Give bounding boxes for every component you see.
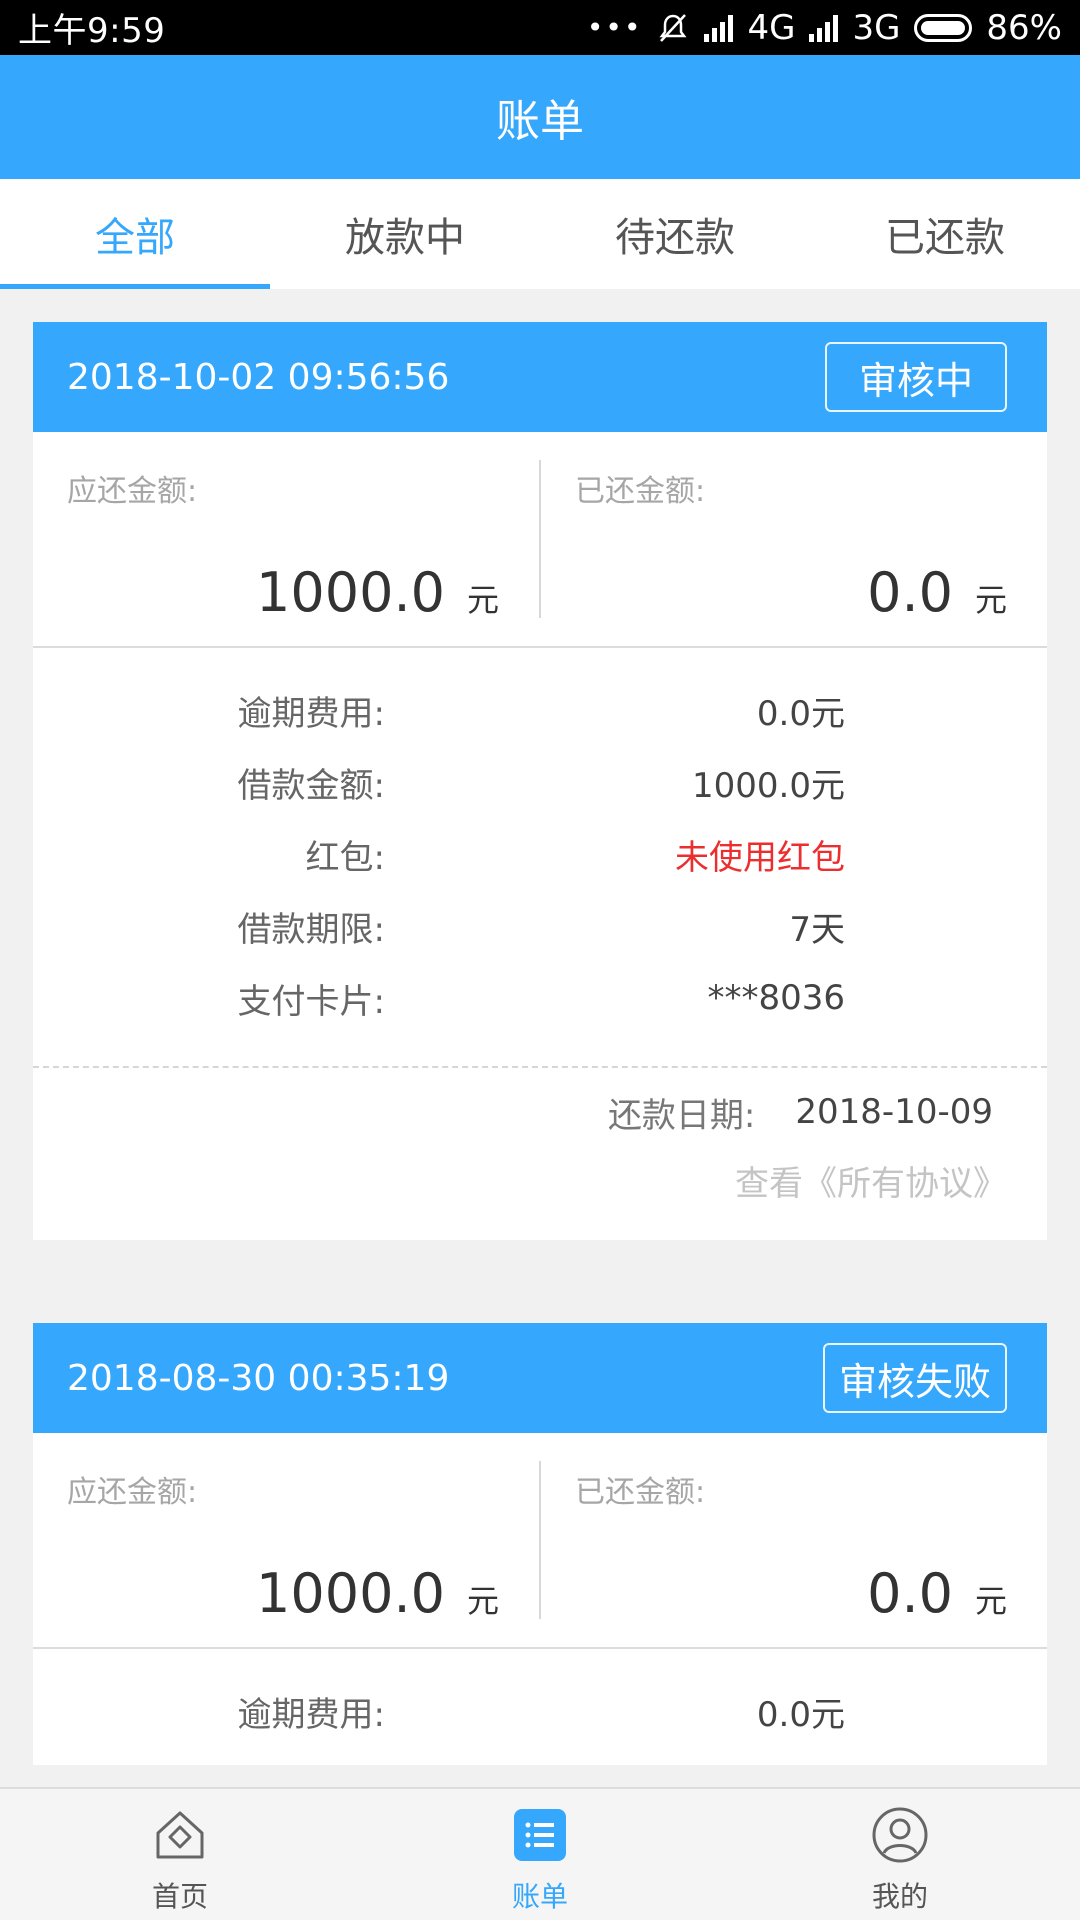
due-amount-value: 1000.0	[256, 1562, 445, 1625]
network-3g: 3G	[852, 7, 901, 48]
paid-amount-unit: 元	[974, 1582, 1007, 1620]
view-agreements-link[interactable]: 查看《所有协议》	[735, 1156, 1007, 1205]
nav-profile[interactable]: 我的	[720, 1789, 1080, 1920]
paid-amount-value: 0.0	[867, 561, 953, 624]
mute-bell-icon	[659, 13, 687, 42]
page-title: 账单	[496, 96, 584, 147]
due-amount-unit: 元	[466, 581, 499, 619]
status-badge[interactable]: 审核中	[825, 342, 1007, 412]
bill-card[interactable]: 2018-10-02 09:56:56 审核中 应还金额: 1000.0 元 已…	[33, 322, 1047, 1240]
tab-repaid[interactable]: 已还款	[810, 179, 1080, 289]
paid-amount-block: 已还金额: 0.0 元	[539, 460, 1047, 624]
bill-list-icon	[514, 1809, 566, 1861]
detail-row: 逾期费用: 0.0元	[33, 1675, 1047, 1747]
due-amount-label: 应还金额:	[67, 1475, 198, 1510]
bill-datetime: 2018-10-02 09:56:56	[67, 356, 450, 398]
due-amount-value: 1000.0	[256, 561, 445, 624]
signal-icon-2	[809, 14, 839, 42]
bill-datetime: 2018-08-30 00:35:19	[67, 1357, 450, 1399]
overdue-fee-value: 0.0元	[756, 693, 845, 734]
bill-details: 逾期费用: 0.0元	[33, 1649, 1047, 1765]
repay-date-value: 2018-10-09	[795, 1092, 993, 1132]
loan-amount-value: 1000.0元	[692, 765, 845, 806]
amount-summary: 应还金额: 1000.0 元 已还金额: 0.0 元	[33, 1433, 1047, 1649]
amount-summary: 应还金额: 1000.0 元 已还金额: 0.0 元	[33, 432, 1047, 648]
agreement-row: 查看《所有协议》	[33, 1156, 1047, 1240]
tab-bar: 全部 放款中 待还款 已还款	[0, 179, 1080, 289]
nav-home[interactable]: 首页	[0, 1789, 360, 1920]
detail-row: 借款金额: 1000.0元	[33, 746, 1047, 818]
payment-card-label: 支付卡片:	[237, 981, 385, 1022]
profile-icon	[872, 1807, 928, 1863]
due-amount-block: 应还金额: 1000.0 元	[33, 432, 539, 646]
paid-amount-unit: 元	[974, 581, 1007, 619]
home-icon	[156, 1811, 204, 1859]
bill-list[interactable]: 2018-10-02 09:56:56 审核中 应还金额: 1000.0 元 已…	[0, 289, 1080, 1787]
bill-card-header: 2018-08-30 00:35:19 审核失败	[33, 1323, 1047, 1433]
overdue-fee-value: 0.0元	[756, 1694, 845, 1735]
overdue-fee-label: 逾期费用:	[237, 693, 385, 734]
tab-all[interactable]: 全部	[0, 179, 270, 289]
nav-bills-label: 账单	[511, 1880, 568, 1913]
more-dots-icon: •••	[586, 11, 643, 44]
tab-disbursing[interactable]: 放款中	[270, 179, 540, 289]
detail-row: 借款期限: 7天	[33, 890, 1047, 962]
due-amount-block: 应还金额: 1000.0 元	[33, 1433, 539, 1647]
payment-card-value: ***8036	[707, 978, 845, 1018]
detail-row: 红包: 未使用红包	[33, 818, 1047, 890]
app-header: 账单	[0, 55, 1080, 179]
loan-term-label: 借款期限:	[237, 909, 385, 950]
paid-amount-block: 已还金额: 0.0 元	[539, 1461, 1047, 1625]
bottom-nav: 首页 账单 我的	[0, 1787, 1080, 1920]
repay-date-label: 还款日期:	[607, 1095, 756, 1136]
status-time: 上午9:59	[18, 11, 166, 51]
bill-card[interactable]: 2018-08-30 00:35:19 审核失败 应还金额: 1000.0 元 …	[33, 1323, 1047, 1765]
paid-amount-label: 已还金额:	[575, 1475, 706, 1510]
repay-date-row: 还款日期: 2018-10-09	[33, 1068, 1047, 1156]
red-packet-label: 红包:	[305, 837, 385, 878]
due-amount-unit: 元	[466, 1582, 499, 1620]
detail-row: 逾期费用: 0.0元	[33, 674, 1047, 746]
nav-bills[interactable]: 账单	[360, 1789, 720, 1920]
status-badge[interactable]: 审核失败	[822, 1343, 1007, 1413]
red-packet-value: 未使用红包	[675, 837, 845, 878]
paid-amount-value: 0.0	[867, 1562, 953, 1625]
nav-profile-label: 我的	[871, 1880, 928, 1913]
signal-icon	[704, 14, 734, 42]
bill-details: 逾期费用: 0.0元 借款金额: 1000.0元 红包: 未使用红包 借款期限:…	[33, 648, 1047, 1052]
bill-card-header: 2018-10-02 09:56:56 审核中	[33, 322, 1047, 432]
battery-level: 86%	[986, 7, 1062, 48]
loan-term-value: 7天	[789, 909, 845, 950]
network-4g: 4G	[747, 7, 796, 48]
loan-amount-label: 借款金额:	[237, 765, 385, 806]
status-bar: 上午9:59 ••• 4G 3G 86%	[0, 0, 1080, 55]
tab-pending-repay[interactable]: 待还款	[540, 179, 810, 289]
detail-row: 支付卡片: ***8036	[33, 962, 1047, 1034]
overdue-fee-label: 逾期费用:	[237, 1694, 385, 1735]
battery-icon	[914, 13, 973, 42]
due-amount-label: 应还金额:	[67, 474, 198, 509]
nav-home-label: 首页	[151, 1880, 208, 1913]
paid-amount-label: 已还金额:	[575, 474, 706, 509]
